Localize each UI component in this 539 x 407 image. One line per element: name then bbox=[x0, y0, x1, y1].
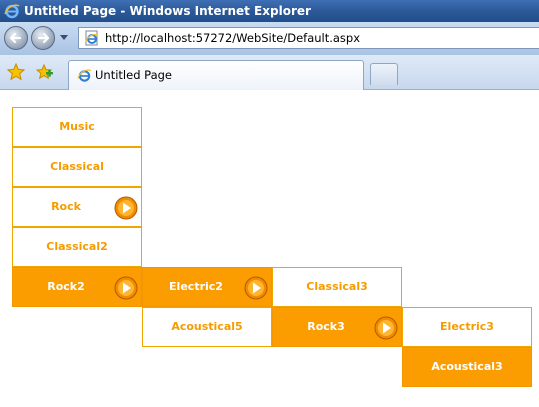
navigation-bar: http://localhost:57272/WebSite/Default.a… bbox=[0, 22, 539, 55]
menu-item-classical3[interactable]: Classical3 bbox=[272, 267, 402, 307]
menu-item-classical[interactable]: Classical bbox=[12, 147, 142, 187]
window-title: Untitled Page - Windows Internet Explore… bbox=[24, 4, 311, 18]
back-button[interactable] bbox=[4, 26, 28, 50]
menu-item-label: Rock3 bbox=[307, 320, 345, 333]
star-icon[interactable] bbox=[7, 63, 25, 81]
add-favorite-icon[interactable] bbox=[36, 63, 54, 81]
menu-item-label: Acoustical5 bbox=[171, 320, 243, 333]
submenu-arrow-icon bbox=[374, 316, 398, 340]
menu-item-rock3[interactable]: Rock3 bbox=[272, 307, 402, 347]
menu-item-label: Music bbox=[59, 120, 95, 133]
menu-item-label: Rock2 bbox=[47, 280, 85, 293]
submenu-arrow-icon bbox=[244, 276, 268, 300]
menu-item-label: Classical bbox=[50, 160, 104, 173]
new-tab-button[interactable] bbox=[370, 63, 398, 85]
window-titlebar: Untitled Page - Windows Internet Explore… bbox=[0, 0, 539, 22]
address-bar[interactable]: http://localhost:57272/WebSite/Default.a… bbox=[78, 27, 539, 49]
ie-page-icon bbox=[77, 69, 92, 82]
menu-item-electric2[interactable]: Electric2 bbox=[142, 267, 272, 307]
submenu-arrow-icon bbox=[114, 276, 138, 300]
menu-item-acoustical5[interactable]: Acoustical5 bbox=[142, 307, 272, 347]
submenu-arrow-icon bbox=[114, 196, 138, 220]
forward-button[interactable] bbox=[31, 26, 55, 50]
menu-item-label: Rock bbox=[51, 200, 81, 213]
menu-item-music[interactable]: Music bbox=[12, 107, 142, 147]
menu-item-classical2[interactable]: Classical2 bbox=[12, 227, 142, 267]
menu-item-label: Electric2 bbox=[169, 280, 223, 293]
back-arrow-icon bbox=[9, 32, 22, 44]
menu-item-label: Acoustical3 bbox=[431, 360, 503, 373]
page-content: Music Classical Rock Classical2 Rock2 El… bbox=[0, 90, 539, 407]
ie-page-icon bbox=[85, 30, 99, 46]
recent-pages-dropdown-icon[interactable] bbox=[60, 35, 68, 41]
menu-item-label: Electric3 bbox=[440, 320, 494, 333]
tab-label: Untitled Page bbox=[95, 68, 172, 82]
menu-item-electric3[interactable]: Electric3 bbox=[402, 307, 532, 347]
menu-item-rock2[interactable]: Rock2 bbox=[12, 267, 142, 307]
address-url: http://localhost:57272/WebSite/Default.a… bbox=[105, 31, 361, 45]
ie-logo-icon bbox=[4, 4, 20, 19]
menu-item-label: Classical2 bbox=[46, 240, 108, 253]
menu-item-rock[interactable]: Rock bbox=[12, 187, 142, 227]
tab-untitled-page[interactable]: Untitled Page bbox=[68, 60, 364, 90]
forward-arrow-icon bbox=[37, 32, 50, 44]
tab-bar: Untitled Page bbox=[0, 55, 539, 90]
menu-item-acoustical3[interactable]: Acoustical3 bbox=[402, 347, 532, 387]
menu-item-label: Classical3 bbox=[306, 280, 368, 293]
